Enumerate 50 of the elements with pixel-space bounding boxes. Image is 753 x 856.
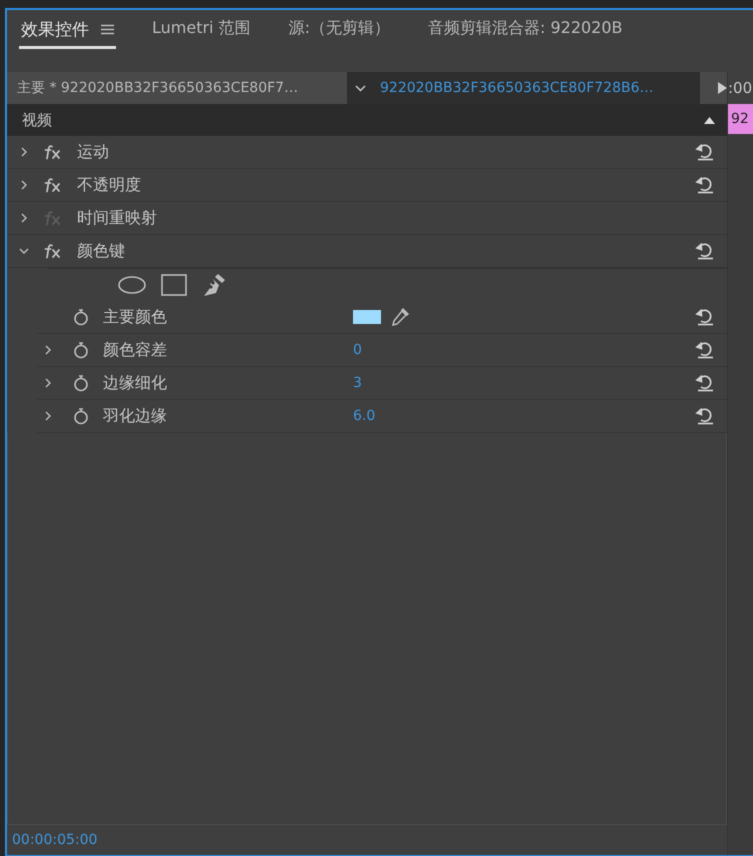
panel-tab[interactable]: 音频剪辑混合器: 922020B	[426, 10, 625, 47]
reset-icon[interactable]	[695, 242, 715, 260]
panel-tab[interactable]: 源:（无剪辑）	[286, 10, 392, 47]
menu-icon[interactable]	[101, 24, 114, 35]
disclosure-icon[interactable]	[43, 411, 53, 421]
section-title: 视频	[22, 110, 52, 130]
pen-icon[interactable]	[201, 273, 227, 297]
master-clip-label[interactable]: 主要 * 922020BB32F36650363CE80F7…	[7, 79, 347, 97]
fx-icon[interactable]	[43, 243, 63, 259]
stopwatch-icon[interactable]	[73, 374, 89, 392]
fx-icon[interactable]	[43, 177, 63, 193]
stopwatch-icon[interactable]	[73, 407, 89, 425]
property-name: 颜色容差	[103, 340, 168, 360]
current-timecode[interactable]: 00:00:05:00	[12, 832, 98, 848]
effect-name: 时间重映射	[77, 208, 158, 228]
chevron-icon[interactable]	[355, 84, 366, 92]
reset-icon[interactable]	[695, 308, 715, 326]
disclosure-icon[interactable]	[19, 147, 29, 157]
effect-name: 运动	[77, 142, 110, 162]
disclosure-icon[interactable]	[43, 378, 53, 388]
reset-icon[interactable]	[695, 176, 715, 194]
reset-icon[interactable]	[695, 143, 715, 161]
panel-tab[interactable]: Lumetri 范围	[150, 10, 253, 47]
effect-name: 颜色键	[77, 240, 126, 262]
property-value[interactable]: 6.0	[353, 408, 376, 424]
stopwatch-icon[interactable]	[73, 341, 89, 359]
property-name: 边缘细化	[103, 372, 168, 394]
disclosure-icon[interactable]	[19, 180, 29, 190]
sequence-clip-dropdown[interactable]: 922020BB32F36650363CE80F728B6…	[347, 72, 700, 104]
ellipse-mask-icon[interactable]	[117, 275, 147, 295]
property-name: 羽化边缘	[103, 406, 168, 426]
timeline-timecode: :00	[728, 72, 753, 104]
disclosure-icon[interactable]	[43, 345, 53, 355]
effect-name: 不透明度	[77, 174, 142, 196]
stopwatch-icon[interactable]	[73, 308, 89, 326]
property-value[interactable]: 0	[353, 342, 362, 358]
eyedropper-icon[interactable]	[389, 306, 411, 328]
collapse-icon[interactable]	[704, 116, 715, 124]
color-swatch[interactable]	[353, 310, 381, 324]
property-value[interactable]: 3	[353, 375, 362, 391]
disclosure-icon[interactable]	[19, 246, 29, 256]
rectangle-mask-icon[interactable]	[161, 274, 187, 296]
property-name: 主要颜色	[103, 306, 168, 328]
fx-icon[interactable]	[43, 144, 63, 160]
reset-icon[interactable]	[695, 341, 715, 359]
reset-icon[interactable]	[695, 407, 715, 425]
disclosure-icon[interactable]	[19, 213, 29, 223]
timeline-clip: 92	[728, 104, 753, 134]
reset-icon[interactable]	[695, 374, 715, 392]
panel-tab[interactable]: 效果控件	[19, 10, 116, 49]
